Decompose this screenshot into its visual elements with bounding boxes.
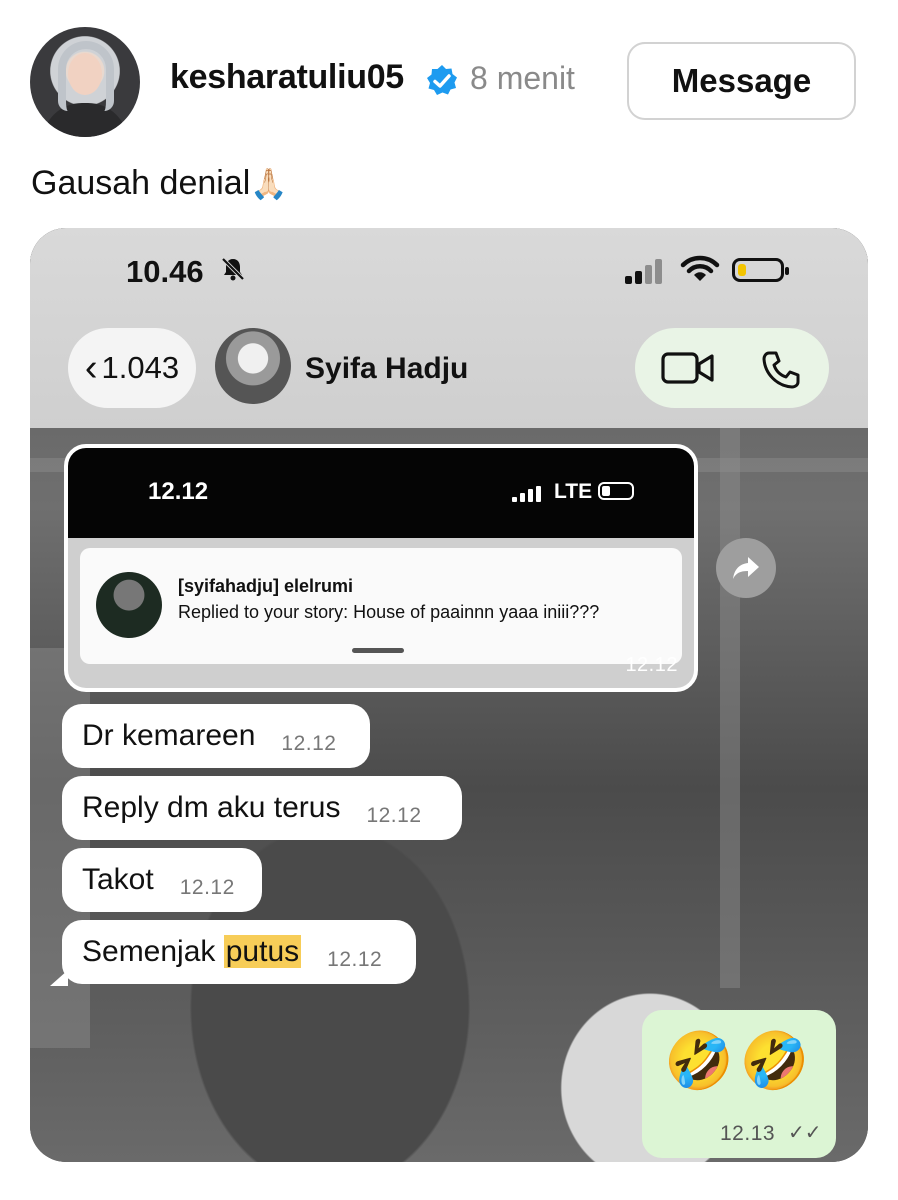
contact-name[interactable]: Syifa Hadju (305, 352, 468, 386)
back-button[interactable]: ‹ 1.043 (68, 328, 196, 408)
message-button[interactable]: Message (627, 42, 856, 120)
message-text: Semenjak putus (82, 935, 302, 969)
forward-icon[interactable] (716, 538, 776, 598)
double-check-icon: ✓✓ (788, 1122, 822, 1144)
highlighted-word: putus (223, 935, 302, 968)
bell-muted-icon (220, 256, 246, 289)
message-text: Takot (82, 863, 154, 896)
quoted-network: LTE (554, 480, 593, 503)
notification-body: Replied to your story: House of paainnn … (178, 602, 600, 622)
caption-text: Gausah denial (31, 164, 251, 202)
quoted-battery-icon (598, 482, 634, 500)
notification-handle (352, 648, 404, 653)
message-time: 12.12 (327, 948, 383, 971)
post-caption: Gausah denial🙏🏻 (31, 164, 288, 203)
quoted-status-time: 12.12 (148, 478, 209, 505)
message-emoji: 🤣🤣 (664, 1029, 816, 1092)
message-text: Reply dm aku terus (82, 791, 341, 824)
message-time: 12.13 (720, 1122, 776, 1145)
message-time: 12.12 (179, 876, 235, 899)
avatar-hijab (58, 41, 114, 111)
message-time: 12.12 (625, 654, 678, 676)
caption-emoji: 🙏🏻 (250, 168, 288, 201)
incoming-message[interactable]: Reply dm aku terus 12.12 (62, 776, 462, 840)
signal-icon (625, 258, 667, 284)
video-call-icon[interactable] (661, 350, 715, 386)
wifi-icon (680, 255, 720, 281)
notification-title: [syifahadju] elelrumi (178, 576, 354, 596)
message-time: 12.12 (366, 804, 422, 827)
post-time: 8 menit (470, 60, 575, 96)
incoming-message[interactable]: Semenjak putus 12.12 (62, 920, 416, 984)
chat-screenshot-image[interactable]: 10.46 ‹ 1.043 Syifa Hadju 12.12 LTE [syi… (30, 228, 868, 1162)
background-beam (720, 428, 740, 988)
status-time: 10.46 (126, 254, 204, 289)
message-text-part: Semenjak (82, 935, 224, 968)
contact-avatar[interactable] (215, 328, 291, 404)
quoted-signal-icon (512, 486, 542, 502)
incoming-message[interactable]: Takot 12.12 (62, 848, 262, 912)
notification-avatar (96, 572, 162, 638)
quoted-image-message[interactable]: 12.12 LTE [syifahadju] elelrumi Replied … (64, 444, 698, 692)
chevron-left-icon: ‹ (84, 346, 98, 389)
username[interactable]: kesharatuliu05 (170, 58, 404, 97)
story-reply-notification: [syifahadju] elelrumi Replied to your st… (80, 548, 682, 664)
verified-badge-icon (427, 65, 457, 95)
battery-icon (732, 258, 789, 282)
message-text: Dr kemareen (82, 719, 256, 752)
outgoing-message[interactable]: 🤣🤣 12.13 ✓✓ (642, 1010, 836, 1158)
phone-icon[interactable] (761, 350, 801, 390)
unread-count: 1.043 (101, 350, 180, 385)
call-actions (635, 328, 829, 408)
message-time: 12.12 (281, 732, 337, 755)
incoming-message[interactable]: Dr kemareen 12.12 (62, 704, 370, 768)
profile-avatar[interactable] (30, 27, 140, 137)
